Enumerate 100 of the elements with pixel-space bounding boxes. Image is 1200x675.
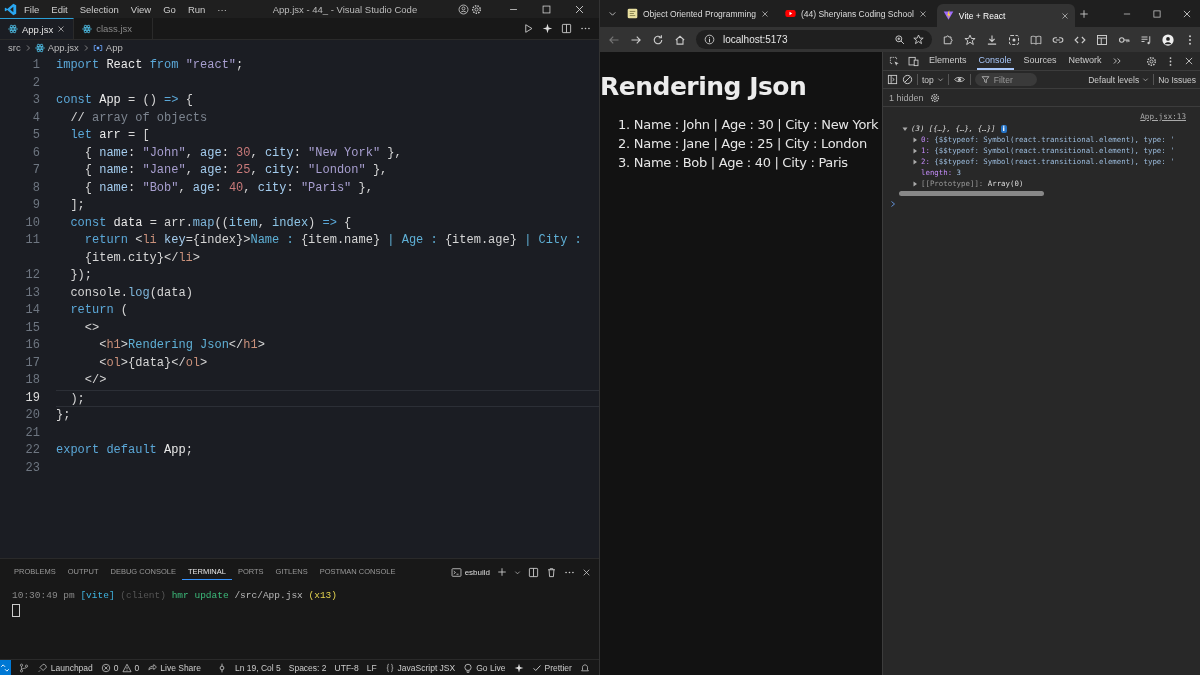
status-item[interactable]: Prettier xyxy=(531,662,572,673)
settings-icon[interactable] xyxy=(471,3,482,15)
expand-icon[interactable] xyxy=(911,146,919,155)
bell-icon[interactable] xyxy=(579,662,590,673)
close-icon[interactable] xyxy=(574,3,585,15)
vite-logo-icon xyxy=(942,10,954,21)
forward-icon[interactable] xyxy=(630,33,642,46)
back-icon[interactable] xyxy=(608,33,620,46)
avatar-icon[interactable] xyxy=(1162,33,1174,46)
problems-status[interactable]: 0 0 xyxy=(100,662,140,673)
split-editor-icon[interactable] xyxy=(561,23,572,34)
zoom-icon[interactable] xyxy=(894,34,905,45)
status-item[interactable]: LF xyxy=(366,662,377,673)
code-line: let arr = [ xyxy=(69,127,151,144)
expand-icon[interactable] xyxy=(911,135,919,144)
editor-tab[interactable]: App.jsx xyxy=(0,18,75,39)
context-dropdown[interactable]: top xyxy=(922,74,944,85)
download-icon[interactable] xyxy=(986,33,998,46)
close-icon[interactable] xyxy=(57,25,66,33)
screenshot-icon[interactable] xyxy=(1008,33,1020,46)
trash-icon[interactable] xyxy=(546,566,557,578)
run-icon[interactable] xyxy=(523,23,534,34)
line-number: 22 xyxy=(24,442,41,459)
line-number: 18 xyxy=(24,372,41,389)
layout-icon[interactable] xyxy=(1096,33,1108,46)
close-icon[interactable] xyxy=(760,9,769,18)
filter-field[interactable]: Filter xyxy=(974,73,1037,86)
browser-tab[interactable]: (44) Sheryians Coding School xyxy=(778,3,933,24)
split-terminal-icon[interactable] xyxy=(528,566,539,578)
menu-item[interactable]: Selection xyxy=(74,3,124,15)
home-icon[interactable] xyxy=(674,33,686,46)
device-icon[interactable] xyxy=(908,55,919,67)
browser-tab[interactable]: Vite + React xyxy=(936,3,1075,28)
menu-item[interactable]: Run xyxy=(182,3,211,15)
react-icon xyxy=(8,24,18,34)
close-icon[interactable] xyxy=(1060,11,1069,20)
maximize-icon[interactable] xyxy=(1152,8,1162,19)
devtools-tab[interactable]: Console xyxy=(976,52,1014,70)
expand-icon[interactable] xyxy=(911,179,919,188)
line-number: 11 xyxy=(24,232,41,249)
status-item[interactable]: Go Live xyxy=(463,662,506,673)
close-icon[interactable] xyxy=(918,9,927,18)
tab-search-icon[interactable] xyxy=(608,9,617,18)
star-list-icon[interactable] xyxy=(964,33,976,46)
code-line: ]; xyxy=(69,197,86,214)
maximize-icon[interactable] xyxy=(541,3,552,15)
sparkle-icon[interactable] xyxy=(513,662,524,673)
sidebar-icon[interactable] xyxy=(887,74,898,85)
sparkle-icon[interactable] xyxy=(542,23,553,34)
settings-icon[interactable] xyxy=(929,92,940,103)
devtools-tab[interactable]: Network xyxy=(1066,52,1104,70)
line-number: 5 xyxy=(31,127,41,144)
list-item: 1. Name : John | Age : 30 | City : New York xyxy=(617,116,880,134)
plus-icon[interactable] xyxy=(497,567,507,577)
branch-icon[interactable] xyxy=(18,662,29,673)
breadcrumb-item[interactable]: src xyxy=(8,42,21,53)
status-item[interactable]: Live Share xyxy=(147,662,201,673)
terminal-profile[interactable]: esbuild xyxy=(450,566,490,578)
menu-item[interactable]: File xyxy=(19,3,45,15)
more-tabs-icon[interactable] xyxy=(1111,56,1122,66)
line-number: 4 xyxy=(31,109,41,127)
issues-button[interactable]: No Issues xyxy=(1158,74,1196,85)
address-bar[interactable]: localhost:5173 xyxy=(696,30,932,49)
console-prompt-icon[interactable] xyxy=(889,200,897,208)
remote-button[interactable] xyxy=(0,660,11,675)
menu-item[interactable]: View xyxy=(125,3,157,15)
close-icon[interactable] xyxy=(1182,8,1192,19)
account-icon[interactable] xyxy=(458,3,469,15)
line-number: 3 xyxy=(31,92,41,109)
clear-console-icon[interactable] xyxy=(902,74,913,85)
menu-item[interactable]: Edit xyxy=(46,3,73,15)
list-item: 2. Name : Jane | Age : 25 | City : London xyxy=(617,135,868,153)
breadcrumb-item[interactable]: App.jsx xyxy=(47,42,79,53)
status-item[interactable]: JavaScript JSX xyxy=(384,662,456,673)
inspect-icon[interactable] xyxy=(889,55,900,67)
devtools-tab[interactable]: Sources xyxy=(1021,52,1059,70)
menu-item[interactable]: Go xyxy=(158,3,181,15)
live-expression-icon[interactable] xyxy=(952,74,966,85)
caret-icon[interactable] xyxy=(514,568,521,576)
status-item[interactable]: Ln 19, Col 5 xyxy=(234,662,281,673)
close-icon[interactable] xyxy=(1184,56,1194,66)
video-favicon xyxy=(784,8,796,19)
settings-icon[interactable] xyxy=(1146,55,1157,67)
reload-icon[interactable] xyxy=(652,33,664,46)
browser-tab[interactable]: Object Oriented Programming xyxy=(621,3,775,24)
devtools-tab[interactable]: Elements xyxy=(927,52,969,70)
playlist-icon[interactable] xyxy=(1140,33,1152,46)
status-item[interactable]: Launchpad xyxy=(36,662,93,673)
status-item[interactable]: Spaces: 2 xyxy=(288,662,327,673)
breadcrumb-item[interactable]: App xyxy=(105,42,123,53)
new-tab-icon[interactable] xyxy=(1078,8,1089,19)
info-icon[interactable] xyxy=(704,34,715,45)
status-item[interactable]: UTF-8 xyxy=(334,662,359,673)
reader-icon[interactable] xyxy=(1030,33,1042,46)
expand-icon[interactable] xyxy=(911,157,919,166)
levels-dropdown[interactable]: Default levels xyxy=(1088,74,1150,85)
menu-item[interactable]: ··· xyxy=(212,3,232,15)
bookmark-star-icon[interactable] xyxy=(913,34,924,45)
close-icon[interactable] xyxy=(582,567,591,577)
editor-tab[interactable]: class.jsx xyxy=(74,18,154,39)
